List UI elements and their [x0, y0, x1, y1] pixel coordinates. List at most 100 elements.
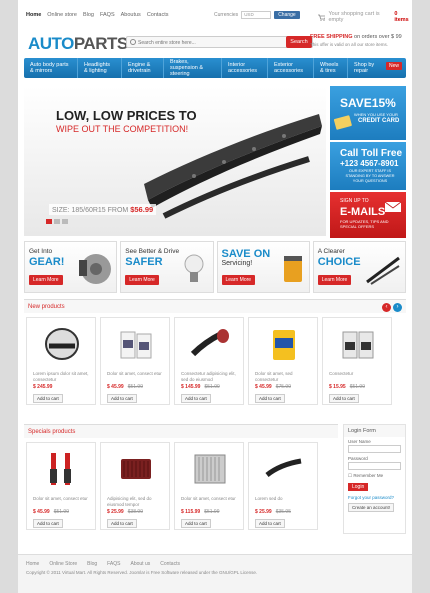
product-name[interactable]: Dolor sit amet, consect etur [107, 371, 165, 377]
top-link-contacts[interactable]: Contacts [147, 12, 169, 18]
product-card[interactable]: Dolor sit amet, consect etur $ 45.99 $51.… [26, 442, 96, 530]
category-save[interactable]: SAVE ON Servicing! Learn More [216, 241, 310, 293]
product-card[interactable]: Lorem sed do $ 25.99 $35.95 Add to cart [248, 442, 318, 530]
category-gear[interactable]: Get Into GEAR! Learn More [24, 241, 118, 293]
copyright: Copyright © 2011 Virtual Mart. All Right… [26, 570, 258, 575]
carousel-arrows: ‹ › [382, 303, 402, 312]
currency-select[interactable]: USD [241, 11, 272, 19]
hero-banner[interactable]: LOW, LOW PRICES TO WIPE OUT THE COMPETIT… [24, 86, 326, 236]
username-field[interactable] [348, 445, 401, 453]
remember-checkbox[interactable]: ☐ [348, 473, 352, 478]
category-choice[interactable]: A Clearer CHOICE Learn More [312, 241, 406, 293]
slider-dot[interactable] [54, 219, 60, 224]
search-input[interactable] [138, 38, 278, 47]
cart-icon [318, 14, 326, 21]
promo-save-sub: WHEN YOU USE YOUR [354, 112, 398, 117]
specials-section: Specials products Dolor sit amet, consec… [24, 424, 338, 542]
forgot-password-link[interactable]: Forgot your password? [344, 493, 405, 502]
nav-shop-by[interactable]: Shop by repair [348, 58, 384, 78]
product-old-price: $51.99 [127, 384, 143, 390]
nav-interior[interactable]: Interior accessories [222, 58, 268, 78]
slider-dot[interactable] [46, 219, 52, 224]
category-safer-title: SAFER [125, 256, 163, 268]
product-price-value: $ 15.95 [329, 384, 346, 390]
promo-emails-title: E-MAILS [340, 206, 386, 218]
top-link-store[interactable]: Online store [47, 12, 77, 18]
category-gear-button[interactable]: Learn More [29, 275, 63, 285]
product-name[interactable]: Dolor sit amet, sed consectetur [255, 371, 313, 382]
top-link-home[interactable]: Home [26, 12, 41, 18]
category-safer[interactable]: See Better & Drive SAFER Learn More [120, 241, 214, 293]
add-to-cart-button[interactable]: Add to cart [181, 519, 211, 528]
product-name[interactable]: Consectetur adipisicing elit, sed do eiu… [181, 371, 239, 382]
cart-status[interactable]: Your shopping cart is empty 0 items [318, 11, 412, 23]
nav-new-badge[interactable]: New [385, 62, 402, 70]
promo-signup[interactable]: SIGN UP TO E-MAILS FOR UPDATES, TIPS AND… [330, 192, 406, 238]
currency-label: Currencies [214, 12, 239, 18]
footer-link-store[interactable]: Online Store [49, 561, 77, 567]
product-name[interactable]: Dolor sit amet, consect etur [33, 496, 91, 502]
category-save-title: Servicing! [221, 260, 253, 267]
footer-link-about[interactable]: About us [131, 561, 151, 567]
add-to-cart-button[interactable]: Add to cart [107, 394, 137, 403]
new-products-list: Lorem ipsum dolor sit amet, consectetur … [24, 313, 406, 409]
login-button[interactable]: Login [348, 483, 369, 491]
product-name[interactable]: Consectetur [329, 371, 387, 377]
create-account-button[interactable]: Create an account! [348, 503, 395, 512]
product-card[interactable]: Dolor sit amet, consect etur $ 115.99 $51… [174, 442, 244, 530]
add-to-cart-button[interactable]: Add to cart [181, 394, 211, 403]
product-card[interactable]: Consectetur adipisicing elit, sed do eiu… [174, 317, 244, 405]
top-link-faqs[interactable]: FAQS [100, 12, 115, 18]
product-card[interactable]: Dolor sit amet, sed consectetur $ 45.99 $… [248, 317, 318, 405]
top-link-blog[interactable]: Blog [83, 12, 94, 18]
add-to-cart-button[interactable]: Add to cart [329, 394, 359, 403]
nav-body-parts[interactable]: Auto body parts & mirrors [24, 58, 78, 78]
wiper-blade-image [144, 114, 322, 219]
nav-headlights[interactable]: Headlights & lighting [78, 58, 122, 78]
password-field[interactable] [348, 462, 401, 470]
change-currency-button[interactable]: Change [274, 11, 300, 19]
category-save-pre: SAVE ON [221, 248, 271, 260]
product-price-value: $ 25.99 [107, 509, 124, 515]
nav-brakes[interactable]: Brakes, suspension & steering [164, 58, 222, 78]
nav-engine[interactable]: Engine & drivetrain [122, 58, 164, 78]
site-logo[interactable]: AUTOPARTS [28, 34, 128, 54]
add-to-cart-button[interactable]: Add to cart [255, 394, 285, 403]
product-card[interactable]: Lorem ipsum dolor sit amet, consectetur … [26, 317, 96, 405]
slider-dot[interactable] [62, 219, 68, 224]
product-price: $ 245.99 [33, 384, 56, 390]
top-link-about[interactable]: Aboutus [121, 12, 141, 18]
search-box: Search [126, 36, 313, 48]
add-to-cart-button[interactable]: Add to cart [107, 519, 137, 528]
product-card[interactable]: Adipisicing elit, sed do eiusmod tempor … [100, 442, 170, 530]
oil-filter-image [283, 256, 302, 282]
product-name[interactable]: Adipisicing elit, sed do eiusmod tempor [107, 496, 165, 507]
next-arrow-icon[interactable]: › [393, 303, 402, 312]
footer-link-home[interactable]: Home [26, 561, 39, 567]
category-gear-title: GEAR! [29, 256, 65, 268]
product-name[interactable]: Lorem sed do [255, 496, 313, 502]
prev-arrow-icon[interactable]: ‹ [382, 303, 391, 312]
footer-link-blog[interactable]: Blog [87, 561, 97, 567]
category-safer-button[interactable]: Learn More [125, 275, 159, 285]
product-name[interactable]: Lorem ipsum dolor sit amet, consectetur [33, 371, 91, 382]
nav-exterior[interactable]: Exterior accessories [268, 58, 314, 78]
promo-call-sub: OUR EXPERT STAFF IS STANDING BY TO ANSWE… [345, 169, 395, 183]
product-name[interactable]: Dolor sit amet, consect etur [181, 496, 239, 502]
product-card[interactable]: Dolor sit amet, consect etur $ 45.99 $51.… [100, 317, 170, 405]
footer-link-faqs[interactable]: FAQS [107, 561, 120, 567]
add-to-cart-button[interactable]: Add to cart [33, 519, 63, 528]
product-price-value: $ 245.99 [33, 384, 53, 390]
search-button[interactable]: Search [286, 36, 312, 48]
add-to-cart-button[interactable]: Add to cart [255, 519, 285, 528]
category-save-button[interactable]: Learn More [221, 275, 256, 285]
footer-link-contacts[interactable]: Contacts [160, 561, 180, 567]
nav-wheels[interactable]: Wheels & tires [314, 58, 348, 78]
promo-call[interactable]: Call Toll Free +123 4567-8901 OUR EXPERT… [330, 142, 406, 190]
promo-save15[interactable]: SAVE15% WHEN YOU USE YOUR CREDIT CARD [330, 86, 406, 140]
product-card[interactable]: Consectetur $ 15.95 $51.99 Add to cart [322, 317, 392, 405]
new-products-title: New products [24, 300, 406, 313]
category-choice-button[interactable]: Learn More [317, 275, 352, 285]
add-to-cart-button[interactable]: Add to cart [33, 394, 63, 403]
remember-me[interactable]: ☐ Remember Me [344, 471, 405, 481]
